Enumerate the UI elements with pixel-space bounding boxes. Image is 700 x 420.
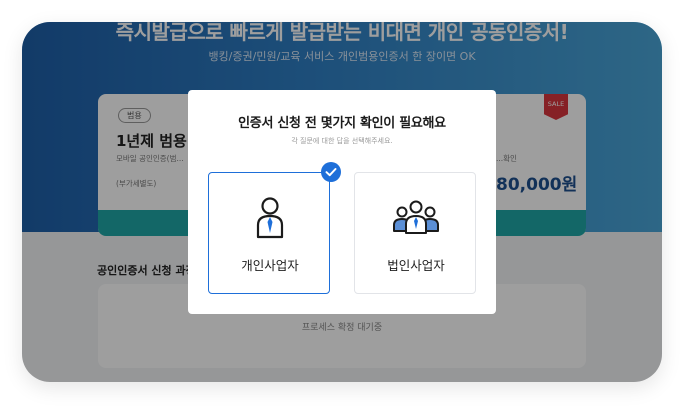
modal-title: 인증서 신청 전 몇가지 확인이 필요해요 — [238, 116, 446, 131]
selection-modal: 인증서 신청 전 몇가지 확인이 필요해요 각 질문에 대한 답을 선택해주세요… — [188, 90, 496, 314]
check-icon — [321, 162, 341, 182]
group-icon — [391, 195, 441, 239]
option-label: 법인사업자 — [387, 258, 445, 273]
modal-subtitle: 각 질문에 대한 답을 선택해주세요. — [291, 137, 393, 145]
option-personal-business[interactable]: 개인사업자 — [208, 162, 341, 294]
person-icon — [245, 195, 295, 239]
option-corporate-business[interactable]: 법인사업자 — [354, 172, 476, 294]
app-frame: 즉시발급으로 빠르게 발급받는 비대면 개인 공동인증서! 뱅킹/증권/민원/교… — [22, 22, 662, 382]
option-label: 개인사업자 — [241, 258, 299, 273]
